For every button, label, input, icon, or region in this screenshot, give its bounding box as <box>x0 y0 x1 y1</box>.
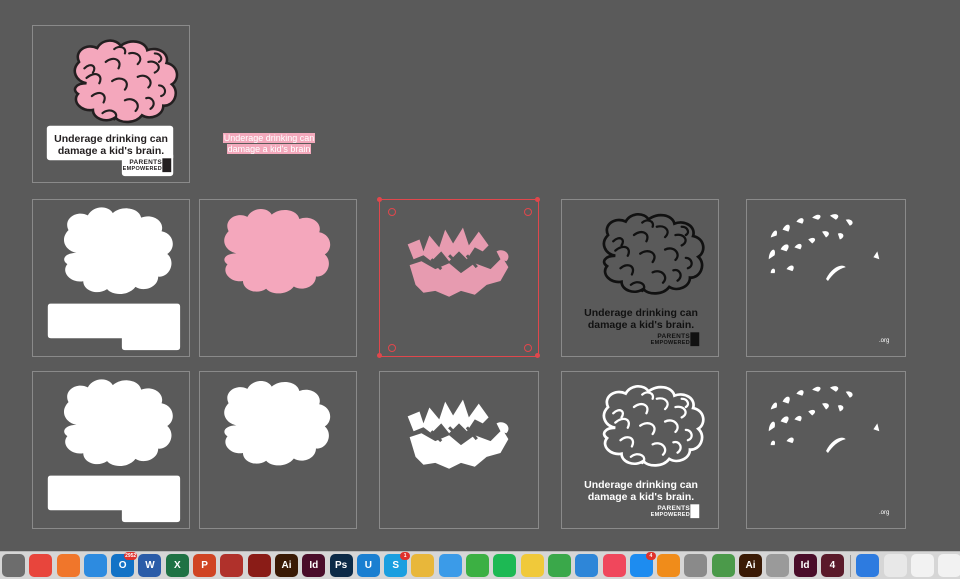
printer-icon[interactable] <box>766 554 790 577</box>
pink-brain-highlight-shapes <box>407 227 509 297</box>
illustrator-alt-icon[interactable]: Ai <box>739 554 763 577</box>
illustrator-icon[interactable]: Ai <box>274 554 298 577</box>
poster-headline-black: Underage drinking can damage a kid's bra… <box>584 307 698 331</box>
facetime-icon[interactable] <box>466 554 490 577</box>
selection-anchor-tr[interactable] <box>524 208 532 216</box>
resize-handle-br[interactable] <box>535 353 540 358</box>
org-text: .org <box>879 338 890 344</box>
selection-anchor-br[interactable] <box>524 344 532 352</box>
notes-icon[interactable] <box>520 554 544 577</box>
globe-icon[interactable] <box>856 554 880 577</box>
white-brain-silhouette <box>224 381 331 466</box>
resize-handle-bl[interactable] <box>377 353 382 358</box>
selection-anchor-bl[interactable] <box>388 344 396 352</box>
artboard-white-highlights-2[interactable]: .org <box>746 371 906 529</box>
app-4-icon[interactable]: 4 <box>820 554 844 577</box>
artboard-black-outline[interactable]: Underage drinking can damage a kid's bra… <box>561 199 719 357</box>
black-brain-outline <box>602 212 705 347</box>
pink-brain-silhouette <box>224 209 331 294</box>
artboard-selected-highlights[interactable] <box>377 197 540 358</box>
acrobat-reader-icon[interactable] <box>220 554 244 577</box>
window-thumbnail-2-icon[interactable] <box>938 554 960 577</box>
launchpad-icon[interactable] <box>2 554 25 577</box>
parents-empowered-logo-black: PARENTS EMPOWERED <box>650 333 690 346</box>
indesign-alt-icon[interactable]: Id <box>793 554 817 577</box>
unity-icon[interactable]: U <box>356 554 380 577</box>
artboard-white-highlights[interactable]: .org <box>746 199 906 357</box>
white-brain-and-banner-shape <box>47 207 181 351</box>
safari-icon[interactable] <box>83 554 107 577</box>
window-thumbnail-icon[interactable] <box>910 554 934 577</box>
parents-empowered-logo-white: PARENTS EMPOWERED <box>650 505 690 518</box>
poster-headline-white: Underage drinking can damage a kid's bra… <box>584 479 698 503</box>
indesign-icon[interactable]: Id <box>302 554 326 577</box>
dock-icon-label: S <box>392 560 399 571</box>
acrobat-icon[interactable] <box>247 554 271 577</box>
pink-brain-illustration <box>46 39 179 177</box>
white-brain-highlight-shapes <box>407 399 509 469</box>
keynote-icon[interactable] <box>575 554 599 577</box>
parents-empowered-logo: PARENTS EMPOWERED <box>122 159 162 172</box>
spotify-icon[interactable] <box>493 554 517 577</box>
notification-badge: 1 <box>400 552 411 560</box>
dock-icon-label: X <box>173 560 181 571</box>
excel-icon[interactable]: X <box>165 554 189 577</box>
dock-icon-label: U <box>364 560 372 571</box>
dock-icon-label: Ai <box>281 560 292 571</box>
music-icon[interactable] <box>602 554 626 577</box>
selection-anchor-tl[interactable] <box>388 208 396 216</box>
macos-dock: O 2952 W X P Ai Id Ps U S 1 4 Ai Id 4 <box>0 551 960 579</box>
white-brain-and-banner-shape-2 <box>47 379 181 523</box>
word-icon[interactable]: W <box>138 554 162 577</box>
dock-separator <box>850 554 852 577</box>
resize-handle-tr[interactable] <box>535 197 540 202</box>
artboard-white-shape-2[interactable] <box>32 371 190 529</box>
document-icon[interactable] <box>883 554 907 577</box>
photoshop-icon[interactable]: Ps <box>329 554 353 577</box>
skype-icon[interactable]: S1 <box>384 552 411 577</box>
dock-icon-label: Id <box>800 560 810 571</box>
artboard-pink-shape[interactable] <box>199 199 357 357</box>
dock-icon-label: W <box>145 560 155 571</box>
notification-badge: 4 <box>645 552 656 560</box>
poster-headline: Underage drinking can damage a kid's bra… <box>54 133 168 157</box>
dock-icon-label: O <box>118 560 127 571</box>
system-preferences-icon[interactable] <box>684 554 708 577</box>
dock-icon-label: Ps <box>334 560 348 571</box>
artboard-white-outline[interactable]: Underage drinking can damage a kid's bra… <box>561 371 719 529</box>
artboard-white-highlight-shapes[interactable] <box>379 371 539 529</box>
preview-icon[interactable] <box>711 554 735 577</box>
floating-text-selection[interactable]: Underage drinking can damage a kid's brai… <box>218 133 320 155</box>
white-highlight-strokes-2 <box>768 386 880 453</box>
vlc-icon[interactable] <box>657 554 681 577</box>
outlook-icon[interactable]: O 2952 <box>111 552 138 577</box>
numbers-icon[interactable] <box>547 554 571 577</box>
org-text-2: .org <box>879 510 890 516</box>
artboard-poster-color[interactable]: Underage drinking can damage a kid's bra… <box>32 25 190 183</box>
resize-handle-tl[interactable] <box>377 197 382 202</box>
firefox-icon[interactable] <box>56 554 80 577</box>
white-highlight-strokes <box>768 214 880 281</box>
dock-icon-label: Ai <box>745 560 756 571</box>
artboard-white-shape[interactable] <box>32 199 190 357</box>
dock-icon-label: Id <box>309 560 319 571</box>
artboard-canvas[interactable]: Underage drinking can damage a kid's bra… <box>0 0 960 551</box>
dock-icon-label: 4 <box>829 560 836 571</box>
powerpoint-icon[interactable]: P <box>193 554 217 577</box>
dock-icon-label: P <box>201 560 208 571</box>
artboard-white-brain[interactable] <box>199 371 357 529</box>
white-brain-outline <box>602 384 705 519</box>
app-store-icon[interactable]: 4 <box>629 552 656 577</box>
photos-icon[interactable] <box>411 554 435 577</box>
notification-badge: 2952 <box>124 552 138 560</box>
chrome-icon[interactable] <box>29 554 53 577</box>
messages-icon[interactable] <box>438 554 462 577</box>
